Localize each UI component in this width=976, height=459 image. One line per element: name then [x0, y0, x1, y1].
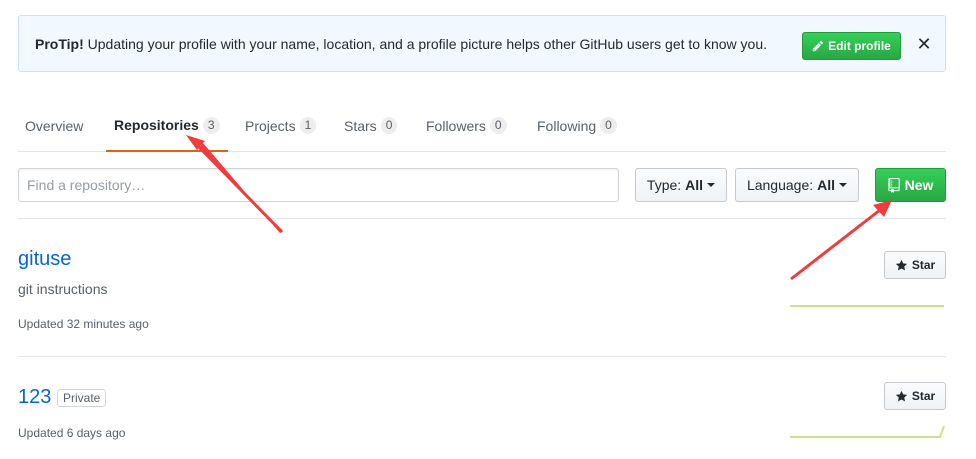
- star-label: Star: [911, 258, 936, 272]
- star-icon: [895, 259, 908, 270]
- tab-counter: 1: [299, 117, 317, 134]
- repo-icon: [887, 177, 900, 193]
- tab-followers[interactable]: Followers 0: [426, 100, 507, 151]
- activity-sparkline: [790, 425, 945, 438]
- repo-name-link[interactable]: gituse: [18, 248, 71, 271]
- tab-repositories[interactable]: Repositories 3: [106, 100, 228, 152]
- repo-updated-time: Updated 6 days ago: [18, 426, 126, 440]
- language-filter-label: Language:: [746, 177, 814, 193]
- tab-stars[interactable]: Stars 0: [344, 100, 398, 151]
- tab-label: Followers: [426, 117, 486, 134]
- repo-name-link[interactable]: 123: [18, 386, 51, 409]
- language-filter-dropdown[interactable]: Language: All: [735, 168, 859, 202]
- pencil-icon: [812, 41, 824, 52]
- caret-down-icon: [839, 183, 848, 187]
- divider: [18, 218, 946, 219]
- caret-down-icon: [707, 183, 716, 187]
- protip-label: ProTip!: [35, 36, 84, 52]
- edit-profile-label: Edit profile: [828, 39, 891, 53]
- tab-counter: 0: [380, 117, 398, 134]
- tab-following[interactable]: Following 0: [537, 100, 617, 151]
- profile-tabs: Overview Repositories 3 Projects 1 Stars…: [18, 100, 946, 152]
- repo-description: git instructions: [18, 281, 108, 297]
- star-button[interactable]: Star: [884, 251, 946, 279]
- tab-label: Overview: [25, 117, 84, 134]
- tab-label: Repositories: [114, 117, 199, 133]
- tab-counter: 0: [489, 117, 507, 134]
- tab-counter: 0: [600, 117, 617, 134]
- activity-sparkline: [790, 305, 944, 307]
- tab-label: Following: [537, 117, 597, 134]
- new-repository-button[interactable]: New: [875, 168, 946, 202]
- close-icon[interactable]: ✕: [916, 34, 932, 54]
- tab-counter: 3: [202, 116, 220, 134]
- tab-label: Projects: [245, 117, 296, 134]
- type-filter-dropdown[interactable]: Type: All: [635, 168, 727, 202]
- edit-profile-button[interactable]: Edit profile: [802, 32, 901, 60]
- new-repository-label: New: [904, 177, 934, 193]
- protip-message: Updating your profile with your name, lo…: [83, 36, 768, 52]
- type-filter-label: Type:: [646, 177, 682, 193]
- tab-projects[interactable]: Projects 1: [245, 100, 317, 151]
- repo-updated-time: Updated 32 minutes ago: [18, 317, 149, 331]
- divider: [18, 356, 946, 357]
- annotation-arrow: [790, 200, 892, 281]
- search-input[interactable]: [18, 168, 619, 202]
- private-badge: Private: [57, 389, 107, 407]
- tab-label: Stars: [344, 117, 377, 134]
- protip-text: ProTip! Updating your profile with your …: [35, 36, 767, 52]
- star-icon: [895, 390, 908, 401]
- tab-overview[interactable]: Overview: [25, 100, 83, 151]
- type-filter-value: All: [685, 177, 704, 193]
- protip-banner: ProTip! Updating your profile with your …: [18, 15, 946, 72]
- star-button[interactable]: Star: [884, 382, 946, 410]
- star-label: Star: [911, 389, 936, 403]
- sparkline-line: [790, 425, 945, 438]
- language-filter-value: All: [817, 177, 836, 193]
